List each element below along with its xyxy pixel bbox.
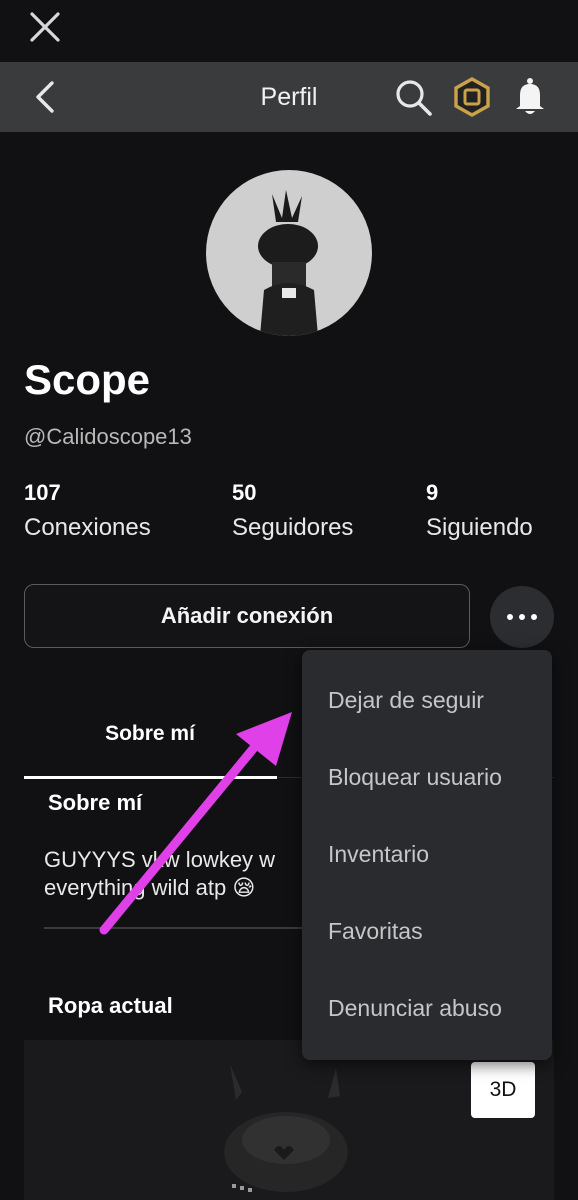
following-label[interactable]: Siguiendo: [426, 514, 533, 542]
options-dropdown-menu: Dejar de seguir Bloquear usuario Inventa…: [302, 650, 552, 1060]
menu-item-favorites[interactable]: Favoritas: [302, 893, 552, 970]
more-options-button[interactable]: [490, 586, 554, 648]
followers-label[interactable]: Seguidores: [232, 514, 353, 542]
username: @Calidoscope13: [24, 424, 192, 449]
following-count[interactable]: 9: [426, 480, 438, 506]
system-top-strip: [0, 0, 578, 62]
tab-active-indicator: [24, 776, 277, 779]
menu-item-inventory[interactable]: Inventario: [302, 816, 552, 893]
avatar[interactable]: [206, 170, 372, 336]
followers-count[interactable]: 50: [232, 480, 256, 506]
close-icon[interactable]: [28, 10, 62, 44]
more-dot-icon: [519, 614, 525, 620]
current-outfit-heading: Ropa actual: [48, 993, 173, 1018]
view-3d-button[interactable]: 3D: [471, 1062, 535, 1118]
bell-icon[interactable]: [510, 76, 550, 118]
menu-item-unfollow[interactable]: Dejar de seguir: [302, 662, 552, 739]
more-dot-icon: [507, 614, 513, 620]
search-icon[interactable]: [392, 76, 434, 118]
more-dot-icon: [531, 614, 537, 620]
connections-label[interactable]: Conexiones: [24, 514, 151, 542]
robux-icon[interactable]: [452, 76, 492, 118]
avatar-figure-icon: [258, 190, 318, 336]
tab-about[interactable]: Sobre mí: [24, 722, 276, 746]
about-text: GUYYYS vkw lowkey w everything wild atp …: [44, 847, 276, 900]
add-connection-button[interactable]: Añadir conexión: [24, 584, 470, 648]
about-heading: Sobre mí: [48, 790, 143, 815]
menu-item-report-abuse[interactable]: Denunciar abuso: [302, 970, 552, 1047]
menu-item-block-user[interactable]: Bloquear usuario: [302, 739, 552, 816]
connections-count[interactable]: 107: [24, 480, 61, 506]
divider: [44, 927, 344, 929]
display-name: Scope: [24, 356, 151, 403]
